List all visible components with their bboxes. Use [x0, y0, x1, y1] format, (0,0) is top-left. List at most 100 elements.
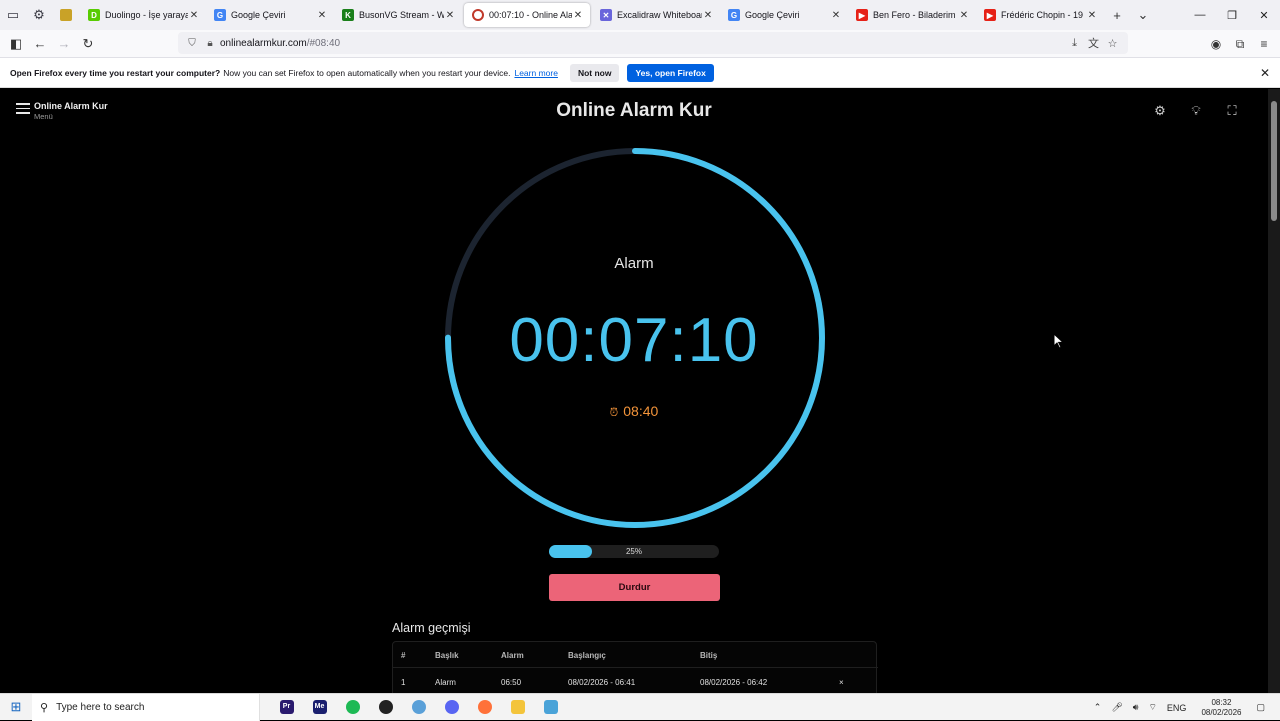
- tab-pinned[interactable]: [52, 0, 80, 30]
- tab-google-translate[interactable]: G Google Çeviri ✕: [206, 0, 334, 30]
- lightbulb-icon[interactable]: 💡︎: [1178, 103, 1214, 119]
- save-page-icon[interactable]: ⤓: [1065, 37, 1084, 50]
- cell-alarm: 06:50: [501, 678, 522, 687]
- column-header: Bitiş: [700, 651, 718, 660]
- table-row: 1 Alarm 06:50 08/02/2026 - 06:41 08/02/2…: [393, 669, 878, 693]
- tab-chopin[interactable]: ▶ Frédéric Chopin - 19 ✕: [976, 0, 1104, 30]
- back-icon[interactable]: ←: [28, 36, 52, 51]
- cell-title: Alarm: [435, 678, 456, 687]
- open-firefox-button[interactable]: Yes, open Firefox: [627, 63, 714, 82]
- app-icon[interactable]: [534, 694, 567, 721]
- tab-title: Google Çeviri: [231, 10, 286, 20]
- close-icon[interactable]: ✕: [702, 10, 714, 21]
- close-icon[interactable]: ✕: [1086, 10, 1098, 21]
- language-indicator[interactable]: ENG: [1167, 703, 1187, 713]
- cell-number: 1: [401, 678, 406, 687]
- close-window-icon[interactable]: ✕: [1248, 9, 1280, 22]
- lock-icon[interactable]: 🔒︎: [202, 38, 218, 49]
- cell-start: 08/02/2026 - 06:41: [568, 678, 636, 687]
- learn-more-link[interactable]: Learn more: [514, 68, 557, 78]
- close-icon[interactable]: ✕: [958, 10, 970, 21]
- tray-chevron-icon[interactable]: ⌃: [1094, 702, 1102, 713]
- tab-title: 00:07:10 - Online Alarm K: [489, 10, 572, 20]
- column-header: Başlangıç: [568, 651, 606, 660]
- tab-duolingo[interactable]: D Duolingo - İşe yarayan d ✕: [80, 0, 206, 30]
- column-header: Başlık: [435, 651, 459, 660]
- tab-overview-icon[interactable]: ▭: [0, 0, 26, 30]
- file-explorer-icon[interactable]: [501, 694, 534, 721]
- media-encoder-icon[interactable]: Me: [303, 694, 336, 721]
- sidebar-toggle-icon[interactable]: ◧: [4, 36, 28, 52]
- account-icon[interactable]: ◉: [1204, 37, 1228, 51]
- youtube-icon: ▶: [856, 9, 868, 21]
- close-icon[interactable]: ✕: [1260, 66, 1270, 80]
- countdown-display: 00:07:10: [509, 306, 759, 375]
- excalidraw-icon: ✕: [600, 9, 612, 21]
- extensions-icon[interactable]: ⧉: [1228, 37, 1252, 52]
- history-title: Alarm geçmişi: [392, 621, 471, 635]
- reload-icon[interactable]: ↻: [76, 36, 100, 52]
- bookmark-star-icon[interactable]: ☆: [1103, 37, 1122, 50]
- extension-icon[interactable]: ⚙: [26, 0, 52, 30]
- system-tray: ⌃ 🎤︎ 🔊︎ ⌔ ENG 08:32 08/02/2026 ▢: [1089, 694, 1270, 721]
- alarm-time-value: 08:40: [623, 403, 659, 419]
- app-menu-icon[interactable]: ≡: [1252, 37, 1276, 51]
- window-controls: — ❐ ✕: [1184, 0, 1280, 30]
- translate-icon[interactable]: 文: [1084, 35, 1103, 51]
- clock-date: 08/02/2026: [1201, 707, 1242, 717]
- cell-end: 08/02/2026 - 06:42: [700, 678, 768, 687]
- google-translate-icon: G: [214, 9, 226, 21]
- close-icon[interactable]: ✕: [830, 10, 842, 21]
- stop-button[interactable]: Durdur: [549, 574, 720, 601]
- mouse-cursor-icon: [1053, 333, 1065, 349]
- wifi-icon[interactable]: ⌔: [1148, 702, 1156, 713]
- tab-title: Google Çeviri: [745, 10, 800, 20]
- clock-time: 08:32: [1211, 697, 1232, 707]
- tab-busonvg[interactable]: K BusonVG Stream - Watch ✕: [334, 0, 462, 30]
- tab-google-translate-2[interactable]: G Google Çeviri ✕: [720, 0, 848, 30]
- settings-gear-icon[interactable]: ⚙: [1142, 103, 1178, 119]
- remove-row-button[interactable]: ×: [839, 678, 844, 687]
- notification-center-icon[interactable]: ▢: [1256, 702, 1265, 713]
- restore-icon[interactable]: ❐: [1216, 9, 1248, 22]
- tab-strip: ▭ ⚙ D Duolingo - İşe yarayan d ✕ G Googl…: [0, 0, 1280, 30]
- tab-title: Ben Fero - Biladerim İçin: [873, 10, 958, 20]
- close-icon[interactable]: ✕: [444, 10, 456, 21]
- page-toolbar: ⚙ 💡︎ ⛶: [1142, 103, 1250, 119]
- obs-icon[interactable]: [369, 694, 402, 721]
- column-header: #: [401, 651, 406, 660]
- pinned-icon: [60, 9, 72, 21]
- tracking-shield-icon[interactable]: ⛉: [184, 38, 200, 49]
- microphone-icon[interactable]: 🎤︎: [1111, 702, 1122, 713]
- history-table: # Başlık Alarm Başlangıç Bitiş 1 Alarm 0…: [392, 641, 878, 693]
- forward-icon[interactable]: →: [52, 36, 76, 51]
- page-scrollbar[interactable]: [1268, 89, 1280, 693]
- taskbar-search[interactable]: ⚲ Type here to search: [32, 693, 260, 721]
- spotify-icon[interactable]: [336, 694, 369, 721]
- tab-excalidraw[interactable]: ✕ Excalidraw Whiteboard ✕: [592, 0, 720, 30]
- close-icon[interactable]: ✕: [316, 10, 328, 21]
- discord-icon[interactable]: [435, 694, 468, 721]
- premiere-icon[interactable]: Pr: [270, 694, 303, 721]
- not-now-button[interactable]: Not now: [569, 63, 620, 82]
- firefox-icon[interactable]: [468, 694, 501, 721]
- windows-start-icon[interactable]: ⊞: [0, 699, 32, 715]
- tab-list-chevron-icon[interactable]: ⌄: [1130, 7, 1156, 23]
- tab-ben-fero[interactable]: ▶ Ben Fero - Biladerim İçin ✕: [848, 0, 976, 30]
- tab-online-alarm[interactable]: 00:07:10 - Online Alarm K ✕: [464, 3, 590, 27]
- table-header-row: # Başlık Alarm Başlangıç Bitiş: [393, 642, 878, 668]
- tab-title: Excalidraw Whiteboard: [617, 10, 702, 20]
- close-icon[interactable]: ✕: [572, 10, 584, 21]
- clock[interactable]: 08:32 08/02/2026: [1201, 698, 1241, 718]
- scrollbar-thumb[interactable]: [1271, 101, 1277, 221]
- minimize-icon[interactable]: —: [1184, 9, 1216, 21]
- duolingo-icon: D: [88, 9, 100, 21]
- url-bar[interactable]: ⛉ 🔒︎ onlinealarmkur.com/#08:40 ⤓ 文 ☆: [178, 32, 1128, 54]
- fullscreen-icon[interactable]: ⛶: [1214, 103, 1250, 119]
- notification-text: Now you can set Firefox to open automati…: [223, 67, 511, 78]
- new-tab-icon[interactable]: +: [1104, 8, 1130, 23]
- volume-icon[interactable]: 🔊︎: [1133, 702, 1139, 713]
- settings-app-icon[interactable]: [402, 694, 435, 721]
- kick-icon: K: [342, 9, 354, 21]
- close-icon[interactable]: ✕: [188, 10, 200, 21]
